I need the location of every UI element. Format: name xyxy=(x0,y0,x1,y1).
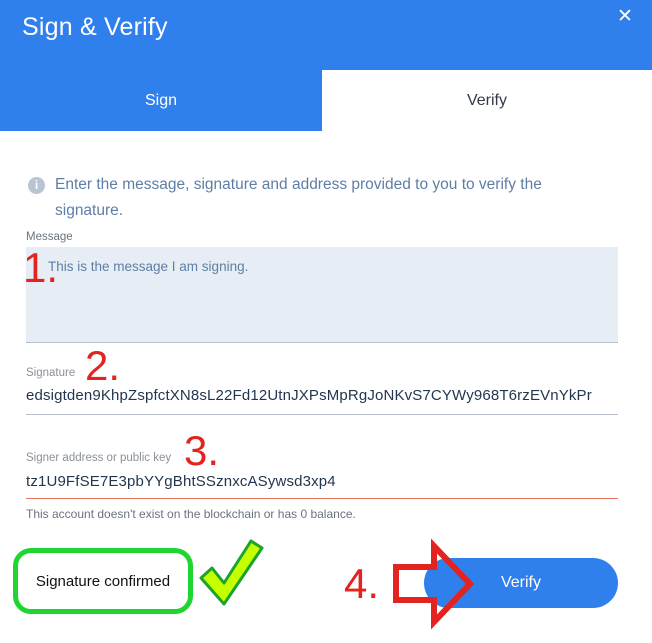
annotation-overlay xyxy=(199,538,475,630)
arrow-right-icon xyxy=(393,538,475,630)
annotation-step-3: 3. xyxy=(184,427,220,474)
annotation-step-2: 2. xyxy=(85,342,121,389)
checkmark-icon xyxy=(199,539,264,606)
annotation-step-1: 1. xyxy=(23,244,59,291)
annotation-step-4: 4. xyxy=(344,560,380,607)
